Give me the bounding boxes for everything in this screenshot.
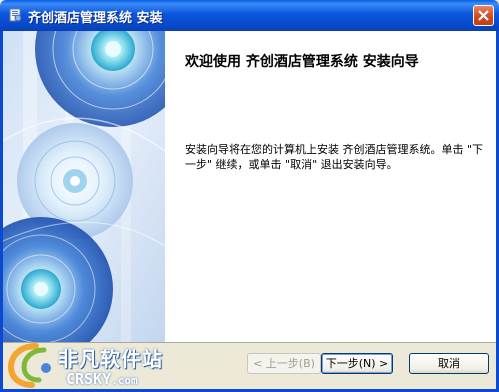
watermark-domain-suffix: .com [111,374,138,387]
wizard-content: 欢迎使用 齐创酒店管理系统 安装向导 安装向导将在您的计算机上安装 齐创酒店管理… [165,31,496,342]
close-button[interactable] [473,5,494,26]
installer-window: 齐创酒店管理系统 安装 欢迎使用 齐创酒店管理系统 安装向导 安装向导将在您的计… [0,0,499,392]
window-title: 齐创酒店管理系统 安装 [28,11,163,26]
back-button[interactable]: < 上一步(B) [247,353,321,374]
cancel-button[interactable]: 取消 [409,353,489,374]
watermark-domain-name: CRSKY [66,370,112,388]
close-icon [478,10,489,21]
watermark-title: 非凡软件站 [58,347,163,371]
watermark-domain: CRSKY.com [66,370,138,388]
watermark-logo-icon [6,340,56,388]
title-bar[interactable]: 齐创酒店管理系统 安装 [0,0,499,31]
installer-icon [7,7,23,23]
wizard-description: 安装向导将在您的计算机上安装 齐创酒店管理系统。单击 "下一步" 继续，或单击 … [185,143,484,171]
next-button[interactable]: 下一步(N) > [321,353,393,374]
side-banner-image [3,31,165,342]
watermark-logo: 非凡软件站 CRSKY.com [4,337,164,390]
wizard-heading: 欢迎使用 齐创酒店管理系统 安装向导 [185,54,419,70]
